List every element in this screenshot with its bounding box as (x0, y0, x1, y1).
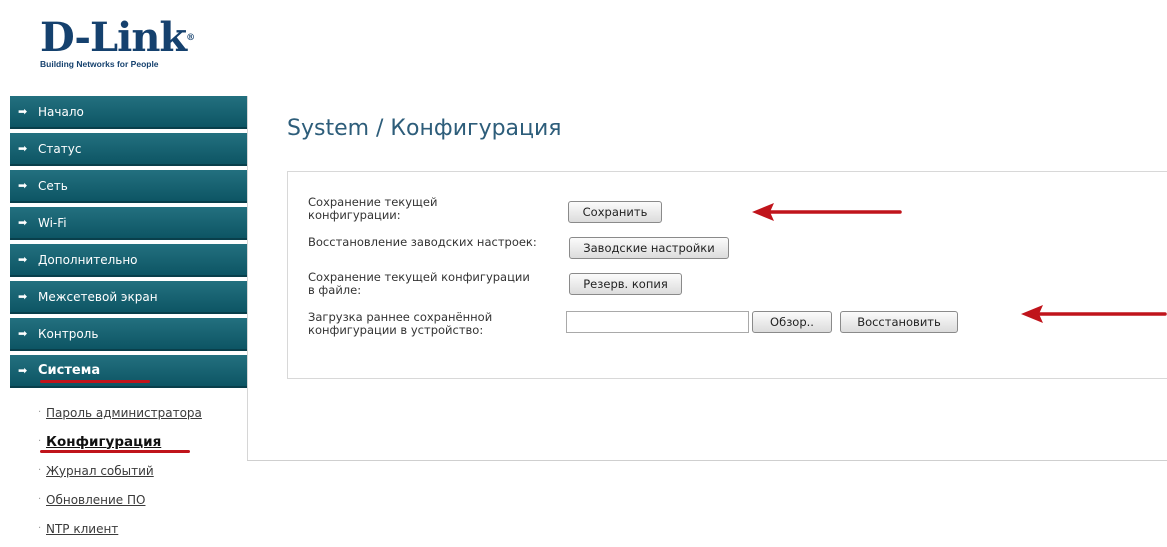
restore-config-label: Загрузка раннее сохранённой конфигурации… (308, 310, 493, 337)
submenu-item-event-log[interactable]: · Журнал событий (38, 456, 248, 485)
factory-reset-label: Восстановление заводских настроек: (308, 235, 537, 249)
sidebar-item-advanced[interactable]: ➡ Дополнительно (10, 244, 248, 277)
submenu-item-admin-password[interactable]: · Пароль администратора (38, 398, 248, 427)
annotation-arrow-save (752, 203, 902, 221)
sidebar-item-label: Статус (38, 141, 82, 156)
submenu-item-label: Обновление ПО (46, 492, 146, 507)
annotation-underline-configuration (40, 450, 190, 453)
content-divider-vertical (247, 96, 248, 461)
save-config-label: Сохранение текущей конфигурации: (308, 195, 438, 222)
bullet-icon: · (38, 407, 42, 418)
sidebar-item-label: Контроль (38, 326, 99, 341)
sidebar-item-label: Сеть (38, 178, 68, 193)
arrow-right-icon: ➡ (18, 142, 28, 155)
sidebar-item-status[interactable]: ➡ Статус (10, 133, 248, 166)
sidebar-item-label: Wi-Fi (38, 215, 67, 230)
arrow-right-icon: ➡ (18, 253, 28, 266)
save-button[interactable]: Сохранить (568, 201, 662, 223)
sidebar-item-system[interactable]: ➡ Система (10, 355, 248, 388)
arrow-right-icon: ➡ (18, 179, 28, 192)
page-title: System / Конфигурация (287, 116, 562, 141)
sidebar-item-network[interactable]: ➡ Сеть (10, 170, 248, 203)
sidebar-submenu: · Пароль администратора · Конфигурация · Жу… (10, 392, 248, 543)
restore-button[interactable]: Восстановить (840, 311, 958, 333)
sidebar-item-wifi[interactable]: ➡ Wi-Fi (10, 207, 248, 240)
backup-config-label: Сохранение текущей конфигурации в файле: (308, 270, 530, 297)
sidebar-item-label: Начало (38, 104, 84, 119)
bullet-icon: · (38, 494, 42, 505)
submenu-item-ntp-client[interactable]: · NTP клиент (38, 514, 248, 543)
browse-button[interactable]: Обзор.. (752, 311, 832, 333)
sidebar-item-label: Межсетевой экран (38, 289, 158, 304)
backup-button[interactable]: Резерв. копия (569, 273, 682, 295)
arrow-right-icon: ➡ (18, 290, 28, 303)
sidebar: ➡ Начало ➡ Статус ➡ Сеть ➡ Wi-Fi ➡ Дополнител… (10, 96, 248, 543)
arrow-right-icon: ➡ (18, 364, 28, 377)
annotation-underline-system (40, 380, 150, 383)
submenu-item-label: NTP клиент (46, 521, 119, 536)
sidebar-item-label: Дополнительно (38, 252, 138, 267)
arrow-right-icon: ➡ (18, 105, 28, 118)
factory-reset-button[interactable]: Заводские настройки (569, 237, 729, 259)
sidebar-item-firewall[interactable]: ➡ Межсетевой экран (10, 281, 248, 314)
content-divider-horizontal (247, 460, 1167, 461)
submenu-item-label: Конфигурация (46, 433, 162, 450)
logo-reg-mark: ® (186, 33, 195, 43)
bullet-icon: · (38, 436, 42, 447)
file-path-input[interactable] (566, 311, 749, 333)
sidebar-item-control[interactable]: ➡ Контроль (10, 318, 248, 351)
submenu-item-firmware-update[interactable]: · Обновление ПО (38, 485, 248, 514)
dlink-logo: D-Link® Building Networks for People (40, 18, 195, 70)
sidebar-item-home[interactable]: ➡ Начало (10, 96, 248, 129)
submenu-item-label: Журнал событий (46, 463, 154, 478)
sidebar-item-label: Система (38, 363, 101, 378)
bullet-icon: · (38, 523, 42, 534)
bullet-icon: · (38, 465, 42, 476)
arrow-right-icon: ➡ (18, 327, 28, 340)
submenu-item-label: Пароль администратора (46, 405, 202, 420)
arrow-right-icon: ➡ (18, 216, 28, 229)
logo-brand: D-Link (40, 14, 187, 61)
annotation-arrow-restore (1021, 305, 1167, 323)
